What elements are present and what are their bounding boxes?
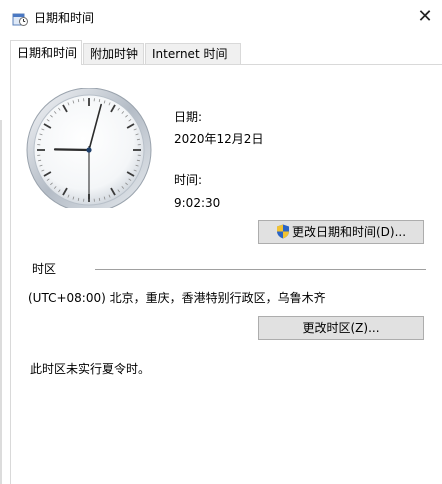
time-label: 时间:	[174, 173, 203, 187]
tab-internet-time[interactable]: Internet 时间	[145, 43, 241, 64]
close-icon: ✕	[417, 6, 433, 27]
close-button[interactable]: ✕	[408, 0, 442, 34]
tab-strip: 日期和时间 附加时钟 Internet 时间	[10, 40, 442, 65]
time-value: 9:02:30	[174, 196, 221, 210]
change-timezone-button[interactable]: 更改时区(Z)...	[258, 316, 424, 340]
panel-left-edge	[0, 120, 2, 484]
change-date-time-button[interactable]: 更改日期和时间(D)...	[258, 220, 424, 244]
timezone-separator	[95, 269, 426, 270]
uac-shield-icon	[276, 224, 289, 239]
tab-date-time[interactable]: 日期和时间	[10, 40, 82, 65]
hour-hand	[53, 148, 91, 152]
window-title: 日期和时间	[34, 11, 95, 25]
title-bar: 日期和时间 ✕	[0, 0, 442, 37]
date-value: 2020年12月2日	[174, 132, 264, 146]
dst-note: 此时区未实行夏令时。	[30, 362, 151, 376]
clock-center-pin	[86, 147, 92, 153]
change-date-time-label: 更改日期和时间(D)...	[291, 225, 407, 239]
analog-clock	[26, 88, 152, 208]
date-time-icon	[12, 13, 28, 26]
timezone-value: (UTC+08:00) 北京，重庆，香港特别行政区，乌鲁木齐	[28, 291, 326, 305]
timezone-section-label: 时区	[32, 262, 57, 276]
tab-additional-clocks[interactable]: 附加时钟	[83, 43, 144, 64]
date-label: 日期:	[174, 110, 203, 124]
